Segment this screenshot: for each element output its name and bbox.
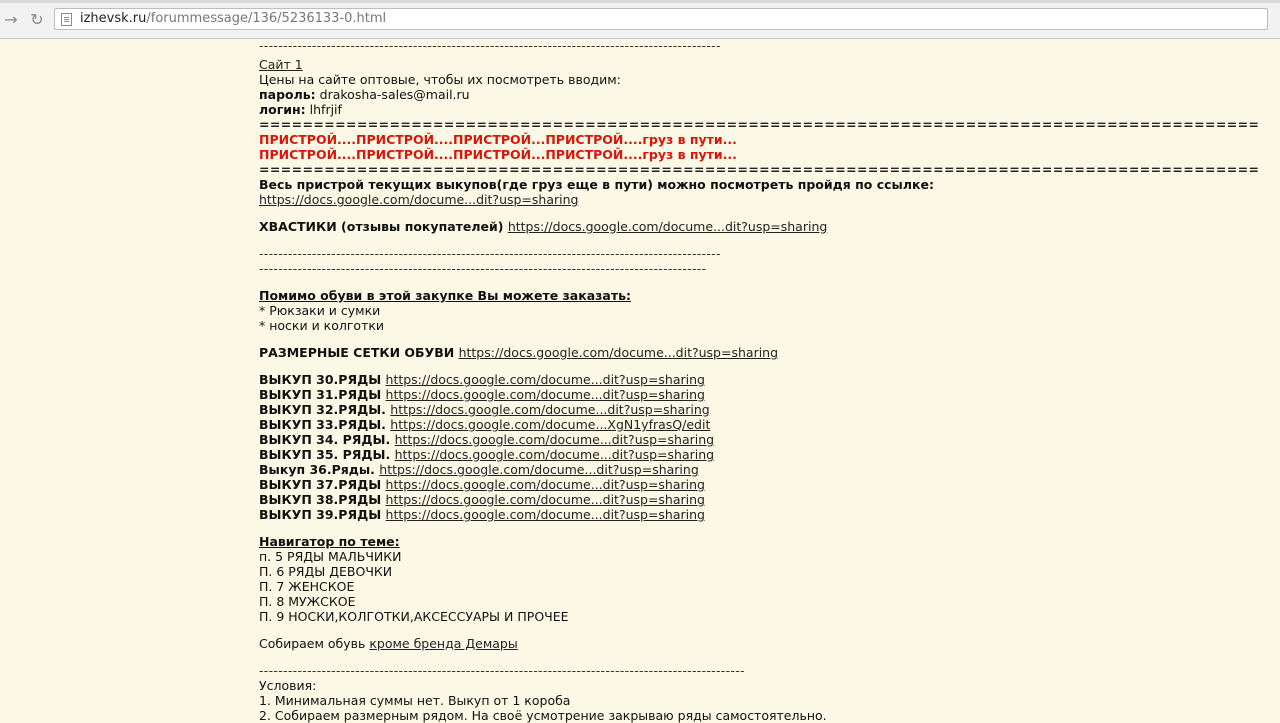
separator: ----------------------------------------… bbox=[259, 38, 721, 53]
buyout-row: ВЫКУП 32.РЯДЫ. https://docs.google.com/d… bbox=[259, 402, 1259, 417]
buyout-row: ВЫКУП 33.РЯДЫ. https://docs.google.com/d… bbox=[259, 417, 1259, 432]
buyout-row: ВЫКУП 31.РЯДЫ https://docs.google.com/do… bbox=[259, 387, 1259, 402]
condition-item: 2. Собираем размерным рядом. На своё усм… bbox=[259, 708, 827, 723]
besides-heading: Помимо обуви в этой закупке Вы можете за… bbox=[259, 288, 632, 303]
buyout-row: ВЫКУП 30.РЯДЫ https://docs.google.com/do… bbox=[259, 372, 1259, 387]
buyout-label: ВЫКУП 38.РЯДЫ bbox=[259, 492, 386, 507]
navigator-heading: Навигатор по теме: bbox=[259, 534, 400, 549]
buyout-link[interactable]: https://docs.google.com/docume...dit?usp… bbox=[395, 447, 714, 462]
navigator-item: п. 5 РЯДЫ МАЛЬЧИКИ bbox=[259, 549, 402, 564]
pristroy-link[interactable]: https://docs.google.com/docume...dit?usp… bbox=[259, 192, 578, 207]
separator-eq-2: ========================================… bbox=[259, 162, 1259, 177]
buyout-link[interactable]: https://docs.google.com/docume...dit?usp… bbox=[386, 477, 705, 492]
buyout-row: ВЫКУП 39.РЯДЫ https://docs.google.com/do… bbox=[259, 507, 1259, 522]
password-line: пароль: drakosha-sales@mail.ru bbox=[259, 87, 1259, 102]
buyout-link[interactable]: https://docs.google.com/docume...dit?usp… bbox=[386, 387, 705, 402]
buyout-link[interactable]: https://docs.google.com/docume...dit?usp… bbox=[386, 492, 705, 507]
pristroy-text: Весь пристрой текущих выкупов(где груз е… bbox=[259, 177, 934, 192]
collect-link[interactable]: кроме бренда Демары bbox=[369, 636, 517, 651]
collect-line: Собираем обувь кроме бренда Демары bbox=[259, 636, 1259, 651]
buyout-label: ВЫКУП 34. РЯДЫ. bbox=[259, 432, 395, 447]
separator: ----------------------------------------… bbox=[259, 663, 745, 678]
buyout-link[interactable]: https://docs.google.com/docume...dit?usp… bbox=[390, 402, 709, 417]
buyout-label: ВЫКУП 31.РЯДЫ bbox=[259, 387, 386, 402]
buyout-link[interactable]: https://docs.google.com/docume...dit?usp… bbox=[379, 462, 698, 477]
reload-icon[interactable]: ↻ bbox=[26, 9, 48, 31]
login-value: lhfrjif bbox=[305, 102, 342, 117]
besides-item: * Рюкзаки и сумки bbox=[259, 303, 381, 318]
url-domain: izhevsk.ru bbox=[80, 11, 147, 26]
buyout-row: ВЫКУП 38.РЯДЫ https://docs.google.com/do… bbox=[259, 492, 1259, 507]
login-label: логин: bbox=[259, 102, 306, 117]
buyout-link[interactable]: https://docs.google.com/docume...XgN1yfr… bbox=[390, 417, 710, 432]
password-value: drakosha-sales@mail.ru bbox=[315, 87, 470, 102]
separator: ----------------------------------------… bbox=[259, 246, 721, 261]
buyout-label: ВЫКУП 39.РЯДЫ bbox=[259, 507, 386, 522]
buyout-label: Выкуп 36.Ряды. bbox=[259, 462, 380, 477]
password-label: пароль: bbox=[259, 87, 316, 102]
tab-strip bbox=[0, 0, 1280, 3]
buyout-label: ВЫКУП 33.РЯДЫ. bbox=[259, 417, 391, 432]
url-path: /forummessage/136/5236133-0.html bbox=[146, 11, 387, 26]
navigator-item: П. 6 РЯДЫ ДЕВОЧКИ bbox=[259, 564, 393, 579]
buyout-link[interactable]: https://docs.google.com/docume...dit?usp… bbox=[395, 432, 714, 447]
site-link[interactable]: Сайт 1 bbox=[259, 57, 303, 72]
reviews-line: ХВАСТИКИ (отзывы покупателей) https://do… bbox=[259, 219, 1259, 234]
buyout-row: ВЫКУП 34. РЯДЫ. https://docs.google.com/… bbox=[259, 432, 1259, 447]
buyout-row: Выкуп 36.Ряды. https://docs.google.com/d… bbox=[259, 462, 1259, 477]
buyout-list: ВЫКУП 30.РЯДЫ https://docs.google.com/do… bbox=[259, 372, 1259, 522]
browser-toolbar: → ↻ izhevsk.ru/forummessage/136/5236133-… bbox=[0, 0, 1280, 39]
conditions-title: Условия: bbox=[259, 678, 317, 693]
besides-item: * носки и колготки bbox=[259, 318, 385, 333]
buyout-label: ВЫКУП 35. РЯДЫ. bbox=[259, 447, 395, 462]
reviews-link[interactable]: https://docs.google.com/docume...dit?usp… bbox=[508, 219, 827, 234]
buyout-label: ВЫКУП 32.РЯДЫ. bbox=[259, 402, 391, 417]
separator: ----------------------------------------… bbox=[259, 261, 707, 276]
buyout-row: ВЫКУП 37.РЯДЫ https://docs.google.com/do… bbox=[259, 477, 1259, 492]
navigator-item: П. 7 ЖЕНСКОЕ bbox=[259, 579, 355, 594]
page-icon bbox=[61, 13, 72, 26]
red-notice-2: ПРИСТРОЙ....ПРИСТРОЙ....ПРИСТРОЙ...ПРИСТ… bbox=[259, 147, 737, 162]
size-grid-label: РАЗМЕРНЫЕ СЕТКИ ОБУВИ bbox=[259, 345, 459, 360]
reviews-label: ХВАСТИКИ (отзывы покупателей) bbox=[259, 219, 508, 234]
address-bar[interactable]: izhevsk.ru/forummessage/136/5236133-0.ht… bbox=[54, 8, 1268, 30]
navigator-item: П. 8 МУЖСКОЕ bbox=[259, 594, 356, 609]
buyout-label: ВЫКУП 30.РЯДЫ bbox=[259, 372, 386, 387]
size-grid-link[interactable]: https://docs.google.com/docume...dit?usp… bbox=[459, 345, 778, 360]
size-grid-line: РАЗМЕРНЫЕ СЕТКИ ОБУВИ https://docs.googl… bbox=[259, 345, 1259, 360]
separator-eq: ========================================… bbox=[259, 117, 1259, 132]
forward-icon[interactable]: → bbox=[0, 9, 22, 31]
buyout-link[interactable]: https://docs.google.com/docume...dit?usp… bbox=[386, 507, 705, 522]
url-text: izhevsk.ru/forummessage/136/5236133-0.ht… bbox=[80, 11, 386, 27]
navigator-item: П. 9 НОСКИ,КОЛГОТКИ,АКСЕССУАРЫ И ПРОЧЕЕ bbox=[259, 609, 569, 624]
red-notice-1: ПРИСТРОЙ....ПРИСТРОЙ....ПРИСТРОЙ...ПРИСТ… bbox=[259, 132, 737, 147]
buyout-link[interactable]: https://docs.google.com/docume...dit?usp… bbox=[386, 372, 705, 387]
buyout-row: ВЫКУП 35. РЯДЫ. https://docs.google.com/… bbox=[259, 447, 1259, 462]
buyout-label: ВЫКУП 37.РЯДЫ bbox=[259, 477, 386, 492]
prices-text: Цены на сайте оптовые, чтобы их посмотре… bbox=[259, 72, 621, 87]
login-line: логин: lhfrjif bbox=[259, 102, 1259, 117]
forum-message: ----------------------------------------… bbox=[259, 38, 1259, 723]
condition-item: 1. Минимальная суммы нет. Выкуп от 1 кор… bbox=[259, 693, 571, 708]
collect-text: Собираем обувь bbox=[259, 636, 370, 651]
